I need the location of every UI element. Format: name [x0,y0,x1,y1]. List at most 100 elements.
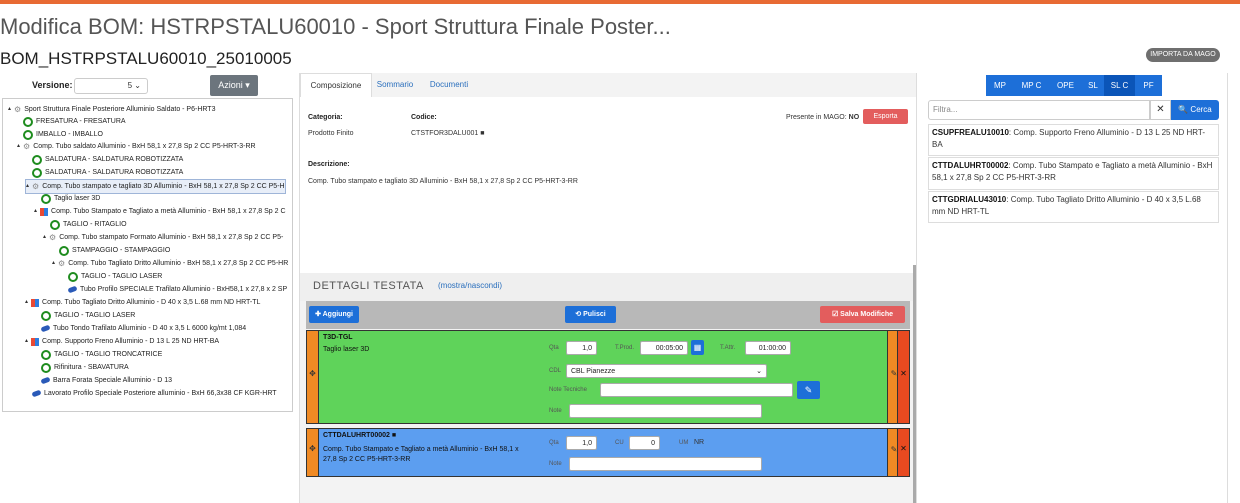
tattr-label: T.Attr. [720,345,736,351]
tab-sommario[interactable]: Sommario [370,73,420,97]
tree-node-label: TAGLIO - RITAGLIO [63,221,127,228]
esporta-button[interactable]: Esporta [863,109,908,124]
component-flag-icon [31,337,40,346]
divider [1227,73,1228,503]
product-info: Categoria: Prodotto Finito Codice: CTSTF… [300,97,916,273]
tree-node[interactable]: ▴ Comp. Supporto Freno Alluminio - D 13 L… [25,335,219,348]
expand-caret-icon[interactable]: ▴ [8,103,11,116]
delete-icon[interactable]: ✕ [897,331,909,423]
tree-node[interactable]: ▴ Comp. Tubo Tagliato Dritto Alluminio - … [25,296,260,309]
tree-node[interactable]: Tubo Tondo Trafilato Alluminio - D 40 x … [40,322,246,335]
tree-node[interactable]: ▴ Comp. Tubo Stampato e Tagliato a metà A… [34,205,286,218]
scrollbar[interactable] [913,265,916,503]
component-flag-icon [40,207,49,216]
qta-input[interactable]: 1,0 [566,436,597,450]
drag-handle[interactable]: ✥ [307,331,319,423]
tab-composizione[interactable]: Composizione [300,73,372,98]
list-item[interactable]: CSUPFREALU10010: Comp. Supporto Freno Al… [928,124,1219,156]
pulisci-button[interactable]: ⟲ Pulisci [565,306,616,323]
descrizione-label: Descrizione: [308,161,350,168]
tab-mp[interactable]: MP [986,75,1014,96]
pencil-icon[interactable]: ✎ [797,381,820,399]
tree-node-label: Comp. Tubo saldato Alluminio - BxH 58,1 … [33,143,256,150]
tree-node[interactable]: ▴ ⚙ Comp. Tubo stampato Formato Alluminio … [43,231,283,244]
move-icon: ✥ [309,444,316,453]
tab-sl[interactable]: SL [1082,75,1104,96]
tree-node[interactable]: TAGLIO - TAGLIO TRONCATRICE [41,348,162,361]
calculator-icon[interactable]: ▦ [691,340,704,355]
folder-icon[interactable]: ■ [392,432,396,439]
version-label: Versione: [32,80,73,90]
tab-ope[interactable]: OPE [1049,75,1082,96]
tab-sl-c[interactable]: SL C [1104,75,1135,96]
note-tecniche-input[interactable] [600,383,793,397]
tree-node-label: TAGLIO - TAGLIO TRONCATRICE [54,351,163,358]
azioni-button[interactable]: Azioni ▾ [210,75,258,96]
tree-node[interactable]: Rifinitura - SBAVATURA [41,361,129,374]
tree-node[interactable]: ▴ ⚙ Comp. Tubo Tagliato Dritto Alluminio -… [52,257,288,270]
salva-modifiche-button[interactable]: ☑ Salva Modifiche [820,306,905,323]
cdl-select[interactable]: CBL Pianezze ⌄ [566,364,767,378]
codice-label: Codice: [411,114,437,121]
card-code: T3D-TGL [323,334,353,341]
operation-ring-icon [59,245,69,256]
tree-node-label: Taglio laser 3D [54,195,101,202]
dettagli-testata-title: DETTAGLI TESTATA [313,280,424,292]
delete-icon[interactable]: ✕ [897,429,909,476]
aggiungi-button[interactable]: ✚ Aggiungi [309,306,359,323]
chevron-down-icon: ⌄ [134,81,141,90]
tree-node[interactable]: TAGLIO - RITAGLIO [50,218,127,231]
tree-node[interactable]: STAMPAGGIO - STAMPAGGIO [59,244,170,257]
operation-ring-icon [32,154,42,165]
tab-pf[interactable]: PF [1135,75,1162,96]
operation-ring-icon [41,362,51,373]
tree-node[interactable]: SALDATURA - SALDATURA ROBOTIZZATA [32,153,183,166]
qta-input[interactable]: 1,0 [566,341,597,355]
material-pill-icon [67,285,78,294]
categoria-value: Prodotto Finito [308,130,354,137]
note-input[interactable] [569,457,762,471]
tprod-input[interactable]: 00:05:00 [640,341,688,355]
expand-caret-icon[interactable]: ▴ [25,335,28,348]
importa-da-mago-button[interactable]: IMPORTA DA MAGO [1146,48,1220,62]
tree-node[interactable]: Barra Forata Speciale Alluminio - D 13 [40,374,172,387]
qta-label: Qta [549,440,559,446]
tree-node[interactable]: TAGLIO - TAGLIO LASER [41,309,135,322]
tree-node[interactable]: SALDATURA - SALDATURA ROBOTIZZATA [32,166,183,179]
operation-ring-icon [68,271,78,282]
mostra-nascondi-link[interactable]: (mostra/nascondi) [438,281,502,290]
top-accent-bar [0,0,1240,4]
cu-label: CU [615,440,624,446]
expand-caret-icon[interactable]: ▴ [43,231,46,244]
folder-icon[interactable]: ■ [480,130,484,137]
tab-documenti[interactable]: Documenti [422,73,476,97]
expand-caret-icon[interactable]: ▴ [26,180,29,193]
note-label: Note [549,408,562,414]
component-card: ✥ CTTDALUHRT00002 ■ Comp. Tubo Stampato … [306,428,910,477]
tree-node[interactable]: Lavorato Profilo Speciale Posteriore all… [31,387,277,400]
clear-search-icon[interactable]: ✕ [1150,100,1171,120]
expand-caret-icon[interactable]: ▴ [25,296,28,309]
search-input[interactable]: Filtra... [928,100,1150,120]
tab-mp-c[interactable]: MP C [1014,75,1049,96]
tree-node[interactable]: ▴ ⚙ Comp. Tubo saldato Alluminio - BxH 58,… [17,140,256,153]
list-item[interactable]: CTTGDRIALU43010: Comp. Tubo Tagliato Dri… [928,191,1219,223]
tree-node-label: Tubo Profilo SPECIALE Trafilato Allumini… [80,286,288,293]
cu-input[interactable]: 0 [629,436,660,450]
expand-caret-icon[interactable]: ▴ [17,140,20,153]
note-input[interactable] [569,404,762,418]
version-select[interactable]: 5 ⌄ [74,78,148,94]
drag-handle[interactable]: ✥ [307,429,319,476]
tree-node[interactable]: TAGLIO - TAGLIO LASER [68,270,162,283]
cerca-button[interactable]: 🔍 Cerca [1171,100,1219,120]
expand-caret-icon[interactable]: ▴ [34,205,37,218]
tattr-input[interactable]: 01:00:00 [745,341,791,355]
list-item[interactable]: CTTDALUHRT00002: Comp. Tubo Stampato e T… [928,157,1219,190]
codice-value: CTSTFOR3DALU001 ■ [411,130,485,137]
tree-node[interactable]: Taglio laser 3D [41,192,100,205]
presente-in-mago: Presente in MAGO: NO [786,114,860,121]
expand-caret-icon[interactable]: ▴ [52,257,55,270]
tree-node[interactable]: FRESATURA - FRESATURA [23,115,126,128]
operation-ring-icon [41,349,51,360]
tree-node[interactable]: Tubo Profilo SPECIALE Trafilato Allumini… [67,283,288,296]
